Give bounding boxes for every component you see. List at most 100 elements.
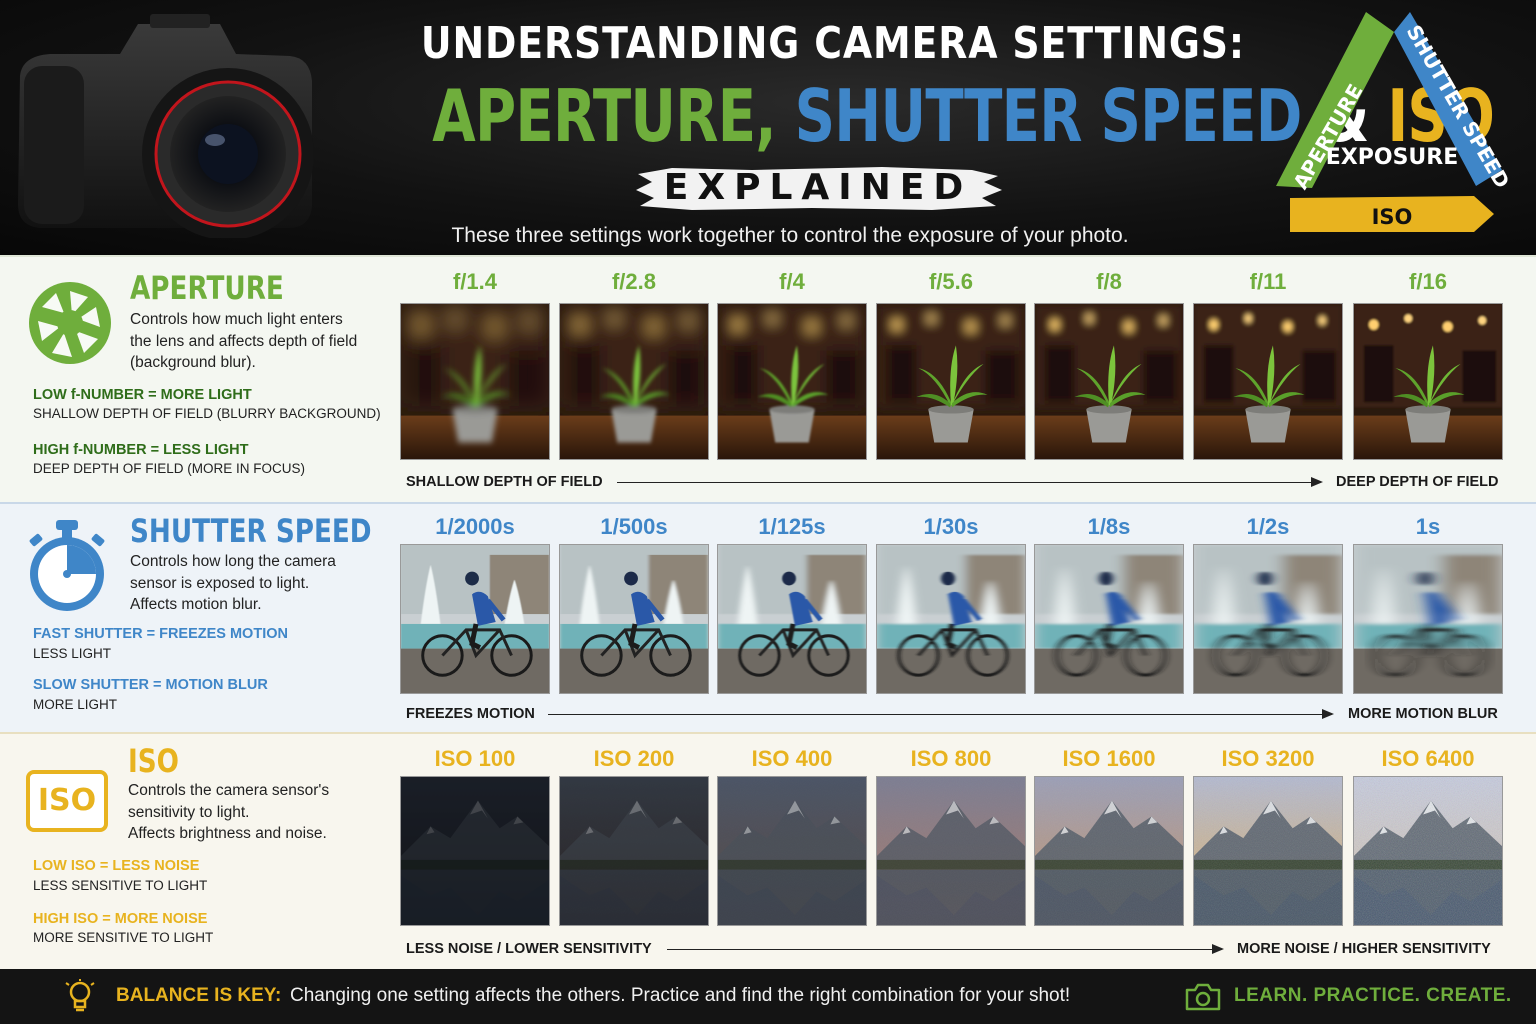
aperture-setting-label: f/8 bbox=[1096, 269, 1122, 294]
aperture-setting-label: f/5.6 bbox=[928, 269, 974, 294]
iso-setting-label: ISO 200 bbox=[593, 746, 675, 771]
iso-desc-line: Controls the camera sensor's bbox=[128, 782, 330, 799]
shutter-section: SHUTTER SPEED Controls how long the came… bbox=[0, 502, 1536, 732]
shutter-rule-1-detail: LESS LIGHT bbox=[33, 646, 112, 661]
stopwatch-icon bbox=[29, 520, 105, 611]
footer: BALANCE IS KEY: Changing one setting aff… bbox=[0, 969, 1536, 1024]
iso-rule-2: HIGH ISO = MORE NOISE bbox=[33, 911, 208, 927]
iso-setting-label: ISO 1600 bbox=[1062, 746, 1156, 771]
shutter-example-photo bbox=[1193, 544, 1343, 694]
shutter-example-photo bbox=[717, 544, 867, 694]
shutter-setting-label: 1/2s bbox=[1246, 514, 1290, 539]
shutter-example-photo bbox=[1353, 544, 1503, 694]
shutter-axis-right: MORE MOTION BLUR bbox=[1348, 706, 1498, 722]
aperture-example-photo bbox=[876, 303, 1026, 460]
iso-example-photo bbox=[559, 776, 709, 926]
aperture-axis-arrow bbox=[617, 477, 1323, 487]
header: UNDERSTANDING CAMERA SETTINGS: APERTURE,… bbox=[0, 0, 1536, 255]
shutter-title: SHUTTER SPEED bbox=[130, 512, 372, 550]
lightbulb-icon bbox=[65, 979, 95, 1012]
aperture-rule-2-detail: DEEP DEPTH OF FIELD (MORE IN FOCUS) bbox=[33, 461, 306, 476]
aperture-setting-label: f/11 bbox=[1249, 269, 1287, 294]
aperture-example-photo bbox=[400, 303, 550, 460]
title-line-1: UNDERSTANDING CAMERA SETTINGS: bbox=[420, 18, 1245, 69]
iso-example-photo bbox=[1034, 776, 1184, 926]
triangle-exposure: EXPOSURE bbox=[1326, 145, 1459, 170]
iso-icon: ISO bbox=[26, 770, 108, 832]
shutter-setting-label: 1/2000s bbox=[435, 514, 515, 539]
iso-desc-line: sensitivity to light. bbox=[128, 803, 250, 821]
shutter-example-photo bbox=[400, 544, 550, 694]
iso-section: ISO ISO Controls the camera sensor's sen… bbox=[0, 732, 1536, 969]
iso-axis-arrow bbox=[667, 944, 1224, 954]
aperture-title: APERTURE bbox=[130, 269, 284, 307]
aperture-rule-2: HIGH f-NUMBER = LESS LIGHT bbox=[33, 442, 249, 458]
shutter-setting-label: 1/125s bbox=[758, 514, 826, 539]
shutter-desc: Controls how long the camera sensor is e… bbox=[130, 551, 336, 616]
aperture-axis-right: DEEP DEPTH OF FIELD bbox=[1336, 474, 1499, 490]
balance-text: Changing one setting affects the others.… bbox=[290, 985, 1071, 1006]
aperture-setting-label: f/16 bbox=[1409, 269, 1447, 294]
aperture-example-photo bbox=[1034, 303, 1184, 460]
shutter-setting-label: 1s bbox=[1415, 514, 1441, 539]
shutter-desc-line: sensor is exposed to light. bbox=[130, 574, 310, 592]
aperture-desc-line: Controls how much light enters bbox=[130, 311, 343, 328]
aperture-example-photo bbox=[717, 303, 867, 460]
aperture-axis-left: SHALLOW DEPTH OF FIELD bbox=[406, 474, 603, 490]
aperture-setting-label: f/2.8 bbox=[611, 269, 657, 294]
iso-axis-left: LESS NOISE / LOWER SENSITIVITY bbox=[406, 941, 652, 957]
aperture-desc-line: (background blur). bbox=[130, 354, 256, 371]
iso-rule-1-detail: LESS SENSITIVE TO LIGHT bbox=[33, 878, 208, 893]
iso-example-photo bbox=[1193, 776, 1343, 926]
aperture-rule-1: LOW f-NUMBER = MORE LIGHT bbox=[33, 387, 252, 403]
iso-setting-label: ISO 100 bbox=[434, 746, 516, 771]
shutter-axis-left: FREEZES MOTION bbox=[406, 706, 535, 722]
aperture-setting-label: f/1.4 bbox=[452, 269, 498, 294]
iso-rule-1: LOW ISO = LESS NOISE bbox=[33, 858, 200, 874]
iso-example-photo bbox=[876, 776, 1026, 926]
iso-setting-label: ISO 3200 bbox=[1221, 746, 1315, 771]
learn-practice-create: LEARN. PRACTICE. CREATE. bbox=[1234, 985, 1512, 1006]
aperture-example-photo bbox=[1353, 303, 1503, 460]
iso-setting-label: ISO 6400 bbox=[1381, 746, 1475, 771]
shutter-desc-line: Affects motion blur. bbox=[130, 596, 262, 613]
shutter-axis-arrow bbox=[548, 709, 1334, 719]
iso-desc-line: Affects brightness and noise. bbox=[128, 825, 327, 842]
aperture-rule-1-detail: SHALLOW DEPTH OF FIELD (BLURRY BACKGROUN… bbox=[33, 406, 381, 421]
explained-label: EXPLAINED bbox=[663, 167, 973, 208]
aperture-setting-label: f/4 bbox=[779, 269, 805, 294]
aperture-desc: Controls how much light enters the lens … bbox=[130, 309, 357, 374]
shutter-setting-label: 1/8s bbox=[1087, 514, 1131, 539]
shutter-rule-1: FAST SHUTTER = FREEZES MOTION bbox=[33, 626, 288, 642]
aperture-example-photo bbox=[1193, 303, 1343, 460]
camera-icon bbox=[1185, 983, 1221, 1011]
iso-example-photo bbox=[1353, 776, 1503, 926]
shutter-setting-label: 1/500s bbox=[600, 514, 668, 539]
shutter-rule-2-detail: MORE LIGHT bbox=[33, 697, 118, 712]
shutter-desc-line: Controls how long the camera bbox=[130, 553, 336, 570]
shutter-example-photo bbox=[1034, 544, 1184, 694]
balance-key-label: BALANCE IS KEY: bbox=[116, 985, 282, 1006]
exposure-triangle: APERTURE SHUTTER SPEED EXPOSURE ISO bbox=[1276, 12, 1514, 232]
aperture-desc-line: the lens and affects depth of field bbox=[130, 332, 358, 350]
title-shutter: SHUTTER SPEED bbox=[794, 74, 1303, 158]
subtitle: These three settings work together to co… bbox=[451, 224, 1129, 247]
iso-setting-label: ISO 800 bbox=[910, 746, 992, 771]
shutter-example-photo bbox=[559, 544, 709, 694]
iso-example-photo bbox=[717, 776, 867, 926]
aperture-section: APERTURE Controls how much light enters … bbox=[0, 255, 1536, 502]
iso-title: ISO bbox=[128, 742, 179, 780]
aperture-example-photo bbox=[559, 303, 709, 460]
triangle-iso: ISO bbox=[1372, 205, 1413, 229]
aperture-icon bbox=[29, 282, 111, 364]
iso-example-photo bbox=[400, 776, 550, 926]
shutter-setting-label: 1/30s bbox=[923, 514, 979, 539]
iso-axis-right: MORE NOISE / HIGHER SENSITIVITY bbox=[1237, 941, 1491, 957]
camera-illustration bbox=[18, 14, 314, 238]
shutter-rule-2: SLOW SHUTTER = MOTION BLUR bbox=[33, 677, 268, 693]
title-line-2: APERTURE, SHUTTER SPEED & ISO bbox=[432, 74, 1495, 158]
shutter-example-photo bbox=[876, 544, 1026, 694]
iso-desc: Controls the camera sensor's sensitivity… bbox=[128, 780, 329, 845]
title-aperture: APERTURE, bbox=[432, 74, 776, 158]
iso-rule-2-detail: MORE SENSITIVE TO LIGHT bbox=[33, 930, 214, 945]
